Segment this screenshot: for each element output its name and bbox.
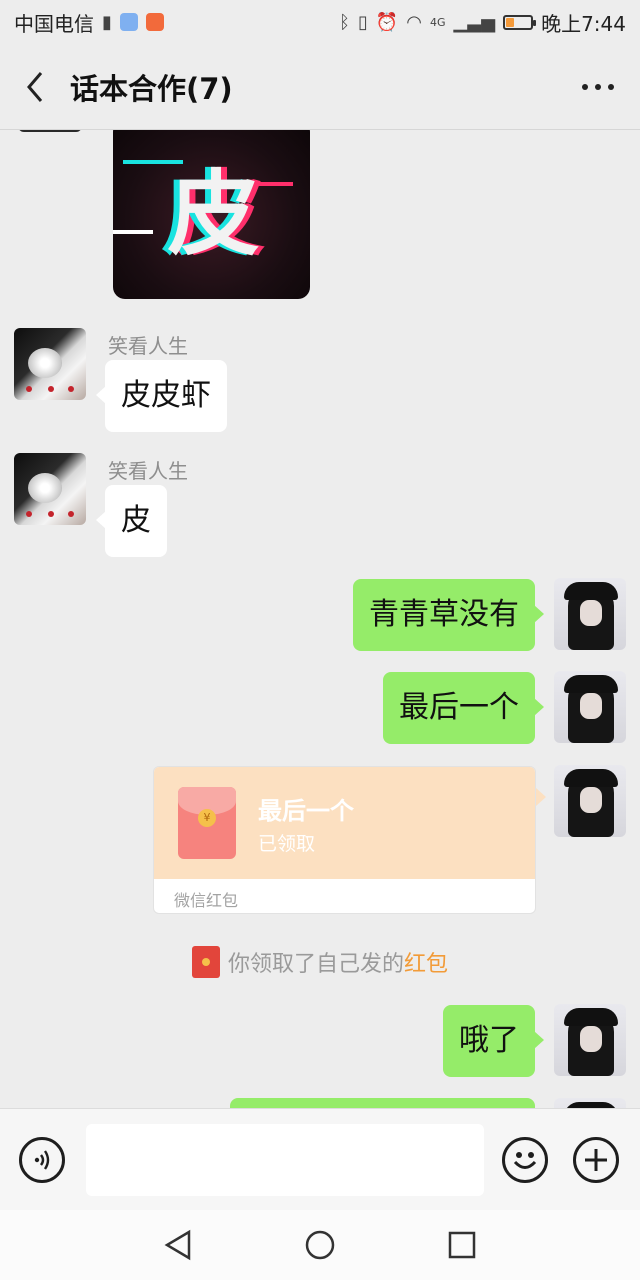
voice-icon — [34, 1150, 50, 1170]
incoming-message-bubble[interactable]: 皮皮虾 — [96, 360, 227, 432]
avatar[interactable] — [14, 328, 86, 400]
red-packet-status: 已领取 — [258, 833, 316, 855]
chevron-left-icon — [27, 71, 43, 102]
red-packet-link[interactable]: 红包 — [404, 946, 448, 978]
sticker-message[interactable]: 皮 — [113, 130, 310, 299]
nav-back-button[interactable] — [160, 1227, 196, 1263]
red-packet-icon: ¥ — [178, 787, 236, 859]
status-bar-left: 中国电信 ▮ — [14, 8, 164, 37]
status-bar-right: ᛒ ▯ ⏰ ◠ 4G ▁▃▅ 晚上7:44 — [339, 8, 626, 37]
red-packet-title: 最后一个 — [258, 797, 354, 825]
system-notice: 你领取了自己发的 红包 — [0, 945, 640, 979]
incoming-message-bubble[interactable]: 皮 — [96, 485, 167, 557]
input-bar — [0, 1108, 640, 1210]
sticker-text: 皮 — [167, 161, 259, 268]
avatar[interactable] — [554, 1098, 626, 1108]
nav-recents-button[interactable] — [444, 1227, 480, 1263]
nav-home-button[interactable] — [302, 1227, 338, 1263]
emoji-button[interactable] — [502, 1137, 548, 1183]
chat-header: 话本合作(7) — [0, 44, 640, 130]
notification-app-icon — [119, 13, 138, 31]
alarm-icon: ⏰ — [375, 11, 399, 33]
red-packet-footer: 微信红包 — [174, 891, 239, 910]
message-list[interactable]: 皮 笑看人生 皮皮虾 笑看人生 皮 青青草没有 最后一个 ¥ 最后一个 已领取 — [0, 130, 640, 1108]
avatar[interactable] — [554, 765, 626, 837]
outgoing-message-bubble[interactable] — [230, 1098, 535, 1108]
wifi-icon: ◠ — [406, 11, 423, 33]
battery-icon — [503, 14, 537, 30]
red-packet-card[interactable]: ¥ 最后一个 已领取 微信红包 — [153, 766, 536, 914]
sender-name: 笑看人生 — [108, 459, 188, 483]
clock: 晚上7:44 — [541, 11, 626, 36]
system-notice-text: 你领取了自己发的 — [227, 952, 404, 977]
system-navigation-bar — [0, 1210, 640, 1280]
avatar[interactable] — [554, 1004, 626, 1076]
message-input[interactable] — [86, 1124, 484, 1196]
battery-fill — [506, 17, 514, 27]
sim-icon: ▮ — [102, 11, 112, 33]
signal-icon: ▁▃▅ — [453, 11, 496, 33]
more-dots-icon — [582, 84, 588, 90]
outgoing-message-bubble[interactable]: 最后一个 — [383, 672, 544, 744]
avatar[interactable] — [554, 671, 626, 743]
outgoing-message-bubble[interactable]: 哦了 — [443, 1005, 544, 1077]
red-packet-icon — [191, 946, 220, 978]
carrier-label: 中国电信 — [14, 11, 94, 36]
outgoing-message-bubble[interactable]: 青青草没有 — [353, 579, 544, 651]
plus-button[interactable] — [573, 1137, 619, 1183]
bluetooth-icon: ᛒ — [339, 11, 350, 33]
voice-button[interactable] — [19, 1137, 65, 1183]
sender-name: 笑看人生 — [108, 334, 188, 358]
emoji-icon — [513, 1152, 537, 1169]
avatar[interactable] — [14, 453, 86, 525]
circle-home-icon — [305, 1230, 335, 1260]
more-button[interactable] — [578, 72, 618, 102]
square-recents-icon — [448, 1231, 476, 1259]
avatar[interactable] — [554, 578, 626, 650]
network-type-label: 4G — [430, 15, 446, 29]
vibrate-icon: ▯ — [357, 11, 368, 33]
avatar[interactable] — [18, 130, 82, 132]
triangle-back-icon — [164, 1229, 191, 1261]
chat-title: 话本合作(7) — [70, 71, 233, 106]
back-button[interactable] — [0, 44, 70, 130]
video-app-icon — [145, 13, 164, 31]
plus-icon — [585, 1149, 607, 1171]
status-bar: 中国电信 ▮ ᛒ ▯ ⏰ ◠ 4G ▁▃▅ 晚上7:44 — [0, 0, 640, 44]
